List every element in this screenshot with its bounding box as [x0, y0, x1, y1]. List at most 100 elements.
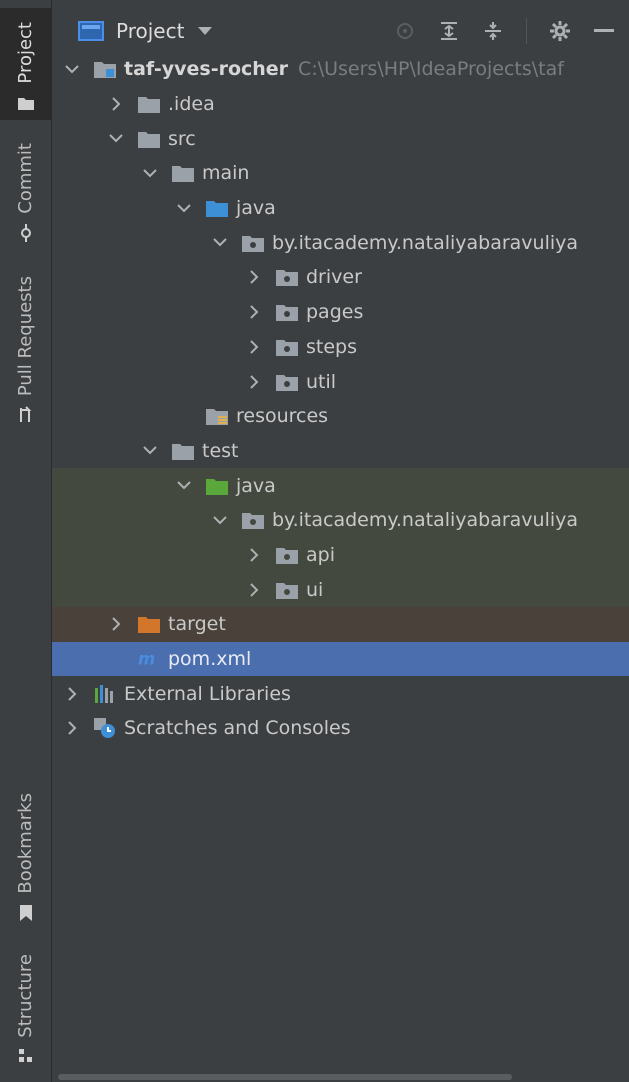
chevron-right-icon[interactable]: [64, 686, 80, 702]
commit-icon: [17, 224, 35, 242]
collapse-all-icon[interactable]: [482, 20, 504, 42]
excluded-folder-icon: [138, 615, 160, 634]
structure-icon: [17, 1048, 35, 1064]
tree-node-path: C:\Users\HP\IdeaProjects\taf: [298, 58, 564, 81]
tree-node-src[interactable]: src: [52, 121, 629, 156]
tree-node-driver[interactable]: driver: [52, 260, 629, 295]
tree-node-label: pages: [306, 301, 364, 324]
tree-node-label: External Libraries: [124, 682, 291, 705]
resources-folder-icon: [206, 407, 228, 426]
horizontal-scrollbar[interactable]: [58, 1074, 512, 1080]
gear-icon[interactable]: [549, 20, 571, 42]
tab-commit[interactable]: Commit: [0, 138, 51, 250]
svg-text:m: m: [138, 651, 155, 667]
chevron-right-icon[interactable]: [246, 547, 262, 563]
tree-node-root[interactable]: taf-yves-rocher C:\Users\HP\IdeaProjects…: [52, 52, 629, 87]
view-selector[interactable]: Project: [116, 19, 184, 43]
chevron-down-icon[interactable]: [64, 61, 80, 77]
chevron-down-icon[interactable]: [212, 235, 228, 251]
chevron-down-icon[interactable]: [108, 131, 124, 147]
tree-node-main-package[interactable]: by.itacademy.nataliyabaravuliya: [52, 225, 629, 260]
chevron-down-icon[interactable]: [212, 512, 228, 528]
test-source-folder-icon: [206, 477, 228, 495]
locate-icon[interactable]: [394, 20, 416, 42]
package-icon: [276, 546, 298, 564]
tree-node-resources[interactable]: resources: [52, 399, 629, 434]
tree-node-label: steps: [306, 335, 357, 358]
expand-all-icon[interactable]: [438, 20, 460, 42]
tree-node-test-java[interactable]: java: [52, 468, 629, 503]
source-folder-icon: [206, 199, 228, 218]
tree-node-label: taf-yves-rocher: [124, 58, 289, 81]
tree-node-test[interactable]: test: [52, 434, 629, 469]
tree-node-main[interactable]: main: [52, 156, 629, 191]
tree-node-label: pom.xml: [168, 648, 252, 671]
tree-node-label: main: [202, 162, 250, 185]
chevron-right-icon[interactable]: [108, 616, 124, 632]
chevron-down-icon[interactable]: [176, 200, 192, 216]
chevron-right-icon[interactable]: [108, 96, 124, 112]
tree-node-label: .idea: [168, 93, 215, 116]
tab-pull-requests-label: Pull Requests: [15, 275, 36, 396]
chevron-right-icon[interactable]: [246, 269, 262, 285]
chevron-down-icon[interactable]: [198, 27, 213, 35]
tree-node-label: by.itacademy.nataliyabaravuliya: [272, 231, 579, 254]
maven-icon: m: [138, 650, 160, 668]
tree-node-pages[interactable]: pages: [52, 295, 629, 330]
tree-node-label: test: [202, 439, 239, 462]
folder-icon: [138, 130, 160, 148]
tree-node-external-libraries[interactable]: External Libraries: [52, 676, 629, 711]
tree-node-test-package[interactable]: by.itacademy.nataliyabaravuliya: [52, 502, 629, 538]
bookmark-icon: [17, 904, 35, 922]
package-icon: [276, 268, 298, 287]
tab-project[interactable]: Project: [0, 8, 51, 120]
chevron-down-icon[interactable]: [176, 478, 192, 494]
library-icon: [94, 684, 116, 703]
tab-project-label: Project: [15, 22, 36, 84]
tree-node-target[interactable]: target: [52, 607, 629, 642]
chevron-right-icon[interactable]: [246, 374, 262, 390]
tab-bookmarks-label: Bookmarks: [15, 793, 36, 894]
chevron-right-icon[interactable]: [246, 339, 262, 355]
tree-node-pom[interactable]: m pom.xml: [52, 641, 629, 677]
tree-node-idea[interactable]: .idea: [52, 87, 629, 122]
tab-pull-requests[interactable]: Pull Requests: [0, 272, 51, 432]
module-folder-icon: [94, 60, 116, 79]
chevron-down-icon[interactable]: [142, 165, 158, 181]
tree-node-label: java: [236, 474, 276, 497]
tree-node-label: resources: [236, 405, 329, 428]
tree-node-label: by.itacademy.nataliyabaravuliya: [272, 509, 579, 532]
tool-window-strip: Project Commit Pull Requests Bookmarks S…: [0, 0, 52, 1082]
tree-node-label: target: [168, 613, 226, 636]
chevron-down-icon[interactable]: [142, 443, 158, 459]
tree-node-main-java[interactable]: java: [52, 191, 629, 226]
project-window-icon: [78, 21, 104, 41]
tree-node-label: driver: [306, 266, 362, 289]
package-icon: [276, 338, 298, 356]
chevron-right-icon[interactable]: [246, 582, 262, 598]
tree-node-label: src: [168, 127, 196, 150]
minimize-icon[interactable]: [593, 20, 615, 42]
tree-node-label: api: [306, 543, 335, 566]
package-icon: [276, 581, 298, 599]
tree-node-label: Scratches and Consoles: [124, 717, 351, 740]
chevron-right-icon[interactable]: [64, 720, 80, 736]
folder-icon: [172, 164, 194, 183]
package-icon: [242, 234, 264, 252]
tree-node-ui[interactable]: ui: [52, 572, 629, 607]
tab-structure[interactable]: Structure: [0, 946, 51, 1072]
toolbar-divider: [526, 18, 527, 44]
scratches-icon: [94, 718, 116, 739]
tab-commit-label: Commit: [15, 143, 36, 214]
tab-bookmarks[interactable]: Bookmarks: [0, 782, 51, 930]
package-icon: [242, 511, 264, 530]
folder-icon: [172, 442, 194, 460]
tree-node-label: util: [306, 370, 337, 393]
folder-icon: [17, 94, 35, 112]
tree-node-api[interactable]: api: [52, 537, 629, 573]
tree-node-util[interactable]: util: [52, 364, 629, 399]
chevron-right-icon[interactable]: [246, 304, 262, 320]
tree-node-scratches[interactable]: Scratches and Consoles: [52, 711, 629, 746]
tree-node-label: java: [236, 197, 276, 220]
tree-node-steps[interactable]: steps: [52, 330, 629, 365]
